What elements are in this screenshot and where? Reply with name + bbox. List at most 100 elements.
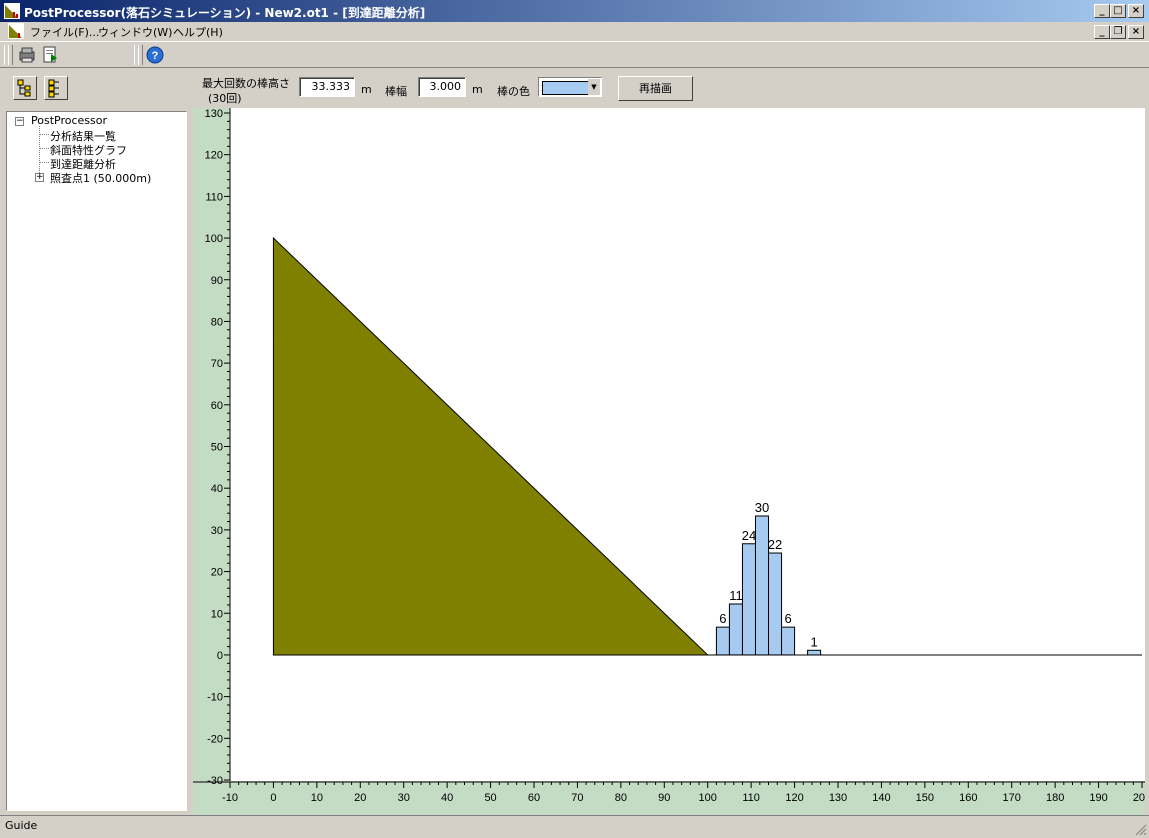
- tree-collapse-icon: [48, 79, 59, 98]
- document-icon[interactable]: [8, 23, 24, 39]
- collapse-expander[interactable]: −: [15, 117, 24, 126]
- bar-value-label: 22: [768, 537, 782, 552]
- chart-area: -30 -20 -10 0 10 20 30 40 50 60 70 80 90 100 110 120 130…: [193, 108, 1145, 815]
- y-tick-label: 100: [205, 233, 223, 245]
- max-height-label: 最大回数の棒高さ: [202, 77, 290, 90]
- collapse-all-button[interactable]: [44, 76, 68, 100]
- bar-width-unit: m: [472, 83, 483, 96]
- bar: [807, 649, 822, 656]
- child-minimize-button[interactable]: _: [1094, 25, 1110, 39]
- y-tick-label: 80: [211, 316, 223, 328]
- bar-width-input[interactable]: 3.000: [418, 77, 466, 97]
- title-bar: PostProcessor(落石シミュレーション) - New2.ot1 - […: [0, 0, 1149, 22]
- export-icon[interactable]: [40, 44, 62, 66]
- svg-text:?: ?: [152, 50, 159, 62]
- x-tick-label: 100: [699, 792, 717, 804]
- y-tick-label: 110: [205, 191, 223, 203]
- tree-expand-icon: [17, 79, 31, 97]
- bar: [754, 515, 770, 656]
- x-tick-label: 180: [1046, 792, 1064, 804]
- window-title: PostProcessor(落石シミュレーション) - New2.ot1 - […: [24, 6, 426, 20]
- y-tick-label: 130: [205, 108, 223, 120]
- bar-value-label: 6: [719, 611, 726, 626]
- bar: [715, 626, 730, 656]
- x-tick-label: 130: [829, 792, 847, 804]
- x-tick-label: 20: [354, 792, 366, 804]
- maximize-button[interactable]: □: [1110, 4, 1126, 18]
- max-height-input[interactable]: 33.333: [299, 77, 355, 97]
- menu-file[interactable]: ファイル(F)...: [30, 24, 99, 40]
- status-bar: Guide: [0, 815, 1149, 838]
- x-tick-label: 140: [872, 792, 890, 804]
- bar-width-label: 棒幅: [385, 85, 407, 98]
- max-height-unit: m: [361, 83, 372, 96]
- y-tick-label: -20: [207, 733, 223, 745]
- x-tick-label: -10: [222, 792, 238, 804]
- toolbar: ?: [0, 41, 1149, 68]
- child-restore-button[interactable]: ❐: [1110, 25, 1126, 39]
- left-panel: − PostProcessor 分析結果一覧 斜面特性グラフ 到達距離分析 + …: [0, 70, 190, 815]
- x-tick-label: 190: [1089, 792, 1107, 804]
- child-close-button[interactable]: ×: [1128, 25, 1144, 39]
- x-tick-label: 50: [484, 792, 496, 804]
- bar-value-label: 11: [729, 588, 743, 603]
- bar: [728, 603, 743, 656]
- y-tick-label: 20: [211, 567, 223, 579]
- y-tick-label: 90: [211, 275, 223, 287]
- app-icon: [4, 3, 20, 19]
- x-tick-label: 90: [658, 792, 670, 804]
- expand-expander[interactable]: +: [35, 173, 44, 182]
- resize-grip-icon[interactable]: [1135, 824, 1147, 836]
- y-tick-label: 120: [205, 150, 223, 162]
- printer-icon[interactable]: [16, 44, 38, 66]
- bar-value-label: 1: [810, 634, 817, 649]
- y-tick-label: -10: [207, 692, 223, 704]
- y-tick-label: 50: [211, 442, 223, 454]
- x-tick-label: 0: [270, 792, 276, 804]
- toolbar-grip[interactable]: [138, 45, 143, 65]
- bar-value-label: 24: [742, 528, 756, 543]
- menu-bar: ファイル(F)... ウィンドウ(W) ヘルプ(H) _ ❐ ×: [0, 22, 1149, 40]
- bar: [781, 626, 796, 656]
- x-tick-label: 150: [916, 792, 934, 804]
- menu-window[interactable]: ウィンドウ(W): [98, 24, 172, 40]
- menu-help[interactable]: ヘルプ(H): [173, 24, 223, 40]
- y-tick-label: 40: [211, 483, 223, 495]
- x-tick-label: 160: [959, 792, 977, 804]
- bar-color-label: 棒の色: [497, 85, 530, 98]
- x-tick-label: 70: [571, 792, 583, 804]
- expand-all-button[interactable]: [13, 76, 37, 100]
- y-tick-label: 60: [211, 400, 223, 412]
- y-tick-label: 30: [211, 525, 223, 537]
- redraw-button[interactable]: 再描画: [618, 76, 693, 101]
- x-tick-label: 110: [742, 792, 760, 804]
- x-tick-label: 30: [398, 792, 410, 804]
- x-tick-label: 170: [1003, 792, 1021, 804]
- y-tick-label: 10: [211, 608, 223, 620]
- y-tick-label: 70: [211, 358, 223, 370]
- chart-controls: 最大回数の棒高さ (30回) 33.333 m 棒幅 3.000 m 棒の色 ▼…: [195, 70, 1145, 108]
- chevron-down-icon[interactable]: ▼: [588, 79, 600, 95]
- tree-root[interactable]: PostProcessor: [31, 114, 107, 127]
- x-tick-label: 200: [1133, 792, 1145, 804]
- help-icon[interactable]: ?: [144, 44, 166, 66]
- x-tick-label: 60: [528, 792, 540, 804]
- bar-value-label: 6: [784, 611, 791, 626]
- tree-view[interactable]: − PostProcessor 分析結果一覧 斜面特性グラフ 到達距離分析 + …: [6, 111, 187, 811]
- bar-color-select[interactable]: ▼: [538, 77, 602, 97]
- toolbar-grip[interactable]: [8, 45, 13, 65]
- minimize-button[interactable]: _: [1094, 4, 1110, 18]
- y-tick-label: -30: [207, 775, 223, 787]
- x-tick-label: 80: [615, 792, 627, 804]
- reach-distance-chart: -30-20-100102030405060708090100110120130…: [193, 108, 1145, 815]
- y-axis-band: [193, 108, 230, 815]
- bar: [768, 552, 783, 656]
- x-tick-label: 40: [441, 792, 453, 804]
- tree-item-check-point[interactable]: 照査点1 (50.000m): [50, 170, 151, 186]
- close-button[interactable]: ×: [1128, 4, 1144, 18]
- x-tick-label: 120: [785, 792, 803, 804]
- max-height-count: (30回): [208, 92, 242, 105]
- bar-value-label: 30: [755, 500, 769, 515]
- bar: [741, 543, 756, 656]
- status-text: Guide: [5, 819, 38, 832]
